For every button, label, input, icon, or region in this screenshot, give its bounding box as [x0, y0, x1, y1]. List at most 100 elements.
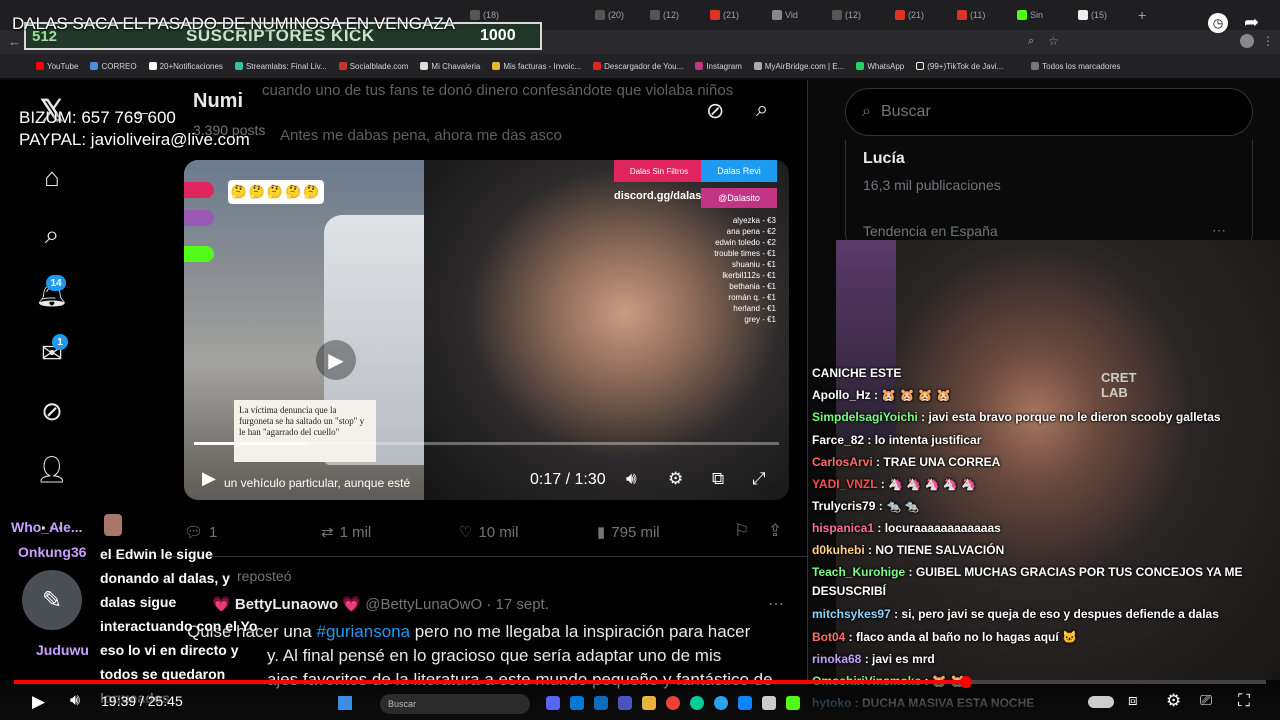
fullscreen-icon[interactable]: ⛶ [1238, 691, 1250, 711]
bookmark-chavaleria[interactable]: Mi Chavaleria [420, 62, 480, 71]
fullscreen-icon[interactable]: ⤢ [752, 469, 766, 489]
chat-username[interactable]: Farce_82 [812, 433, 864, 447]
bookmark-facturas[interactable]: Mis facturas - Invoic... [492, 62, 581, 71]
chat-username[interactable]: mitchsykes97 [812, 607, 891, 621]
volume-icon[interactable]: 🔊︎ [70, 692, 80, 710]
bookmark-tiktok[interactable]: (99+)TikTok de Javi... [916, 62, 1003, 71]
bookmark-x[interactable]: 20+Notificaciones [148, 62, 223, 71]
chat-username[interactable]: rinoka68 [812, 652, 861, 666]
chat-username[interactable]: d0kuhebi [812, 543, 865, 557]
chat-username[interactable]: YADI_VNZL [812, 477, 877, 491]
bookmark-icon[interactable]: ⚐ [734, 521, 749, 541]
repost-button[interactable]: ⇄ 1 mil [321, 523, 371, 542]
browser-tab[interactable]: (21) [710, 6, 739, 24]
bookmark-youtube[interactable]: YouTube [36, 62, 78, 71]
home-icon[interactable]: ⌂ [37, 162, 67, 192]
discord-app-icon[interactable] [546, 696, 560, 710]
bookmark-instagram[interactable]: Instagram [695, 62, 742, 71]
browser-tab[interactable]: (12) [650, 6, 679, 24]
bookmark-descargador[interactable]: Descargador de You... [593, 62, 683, 71]
player-progress-bar[interactable] [14, 676, 1266, 688]
like-button[interactable]: ♡ 10 mil [459, 523, 518, 542]
browser-tab[interactable]: Sin [1017, 6, 1043, 24]
back-arrow-icon[interactable]: ← [8, 34, 21, 49]
volume-icon[interactable]: 🔊︎ [626, 469, 637, 489]
taskbar-search[interactable]: Buscar [380, 694, 530, 714]
cast-icon[interactable]: ⎚ [1200, 692, 1212, 709]
grok-icon[interactable]: ⊘ [37, 396, 67, 426]
reply-button[interactable]: 💬︎ 1 [184, 523, 217, 542]
tab-label: (20) [608, 10, 625, 20]
bookmark-socialblade[interactable]: Socialblade.com [338, 62, 408, 71]
subtitles-icon[interactable]: ⧈ [1128, 692, 1138, 709]
hashtag-link[interactable]: #guriansona [316, 622, 410, 641]
profile-avatar[interactable] [1240, 34, 1254, 48]
chat-username[interactable]: Trulycris79 [812, 499, 875, 513]
chat-username[interactable]: CANICHE ESTE [812, 366, 901, 380]
chat-username[interactable]: SimpdelsagiYoichi [812, 410, 918, 424]
edge-app-icon[interactable] [690, 696, 704, 710]
autoplay-toggle[interactable] [1088, 696, 1114, 708]
chat-username[interactable]: hispanica1 [812, 521, 874, 535]
streamer-face [424, 160, 789, 500]
browser-tab[interactable]: Vid [772, 6, 798, 24]
windows-start-icon[interactable] [338, 696, 352, 710]
tweet-line: Quise hacer una #guriansona pero no me l… [187, 620, 787, 644]
app-icon[interactable] [738, 696, 752, 710]
teams-app-icon[interactable] [618, 696, 632, 710]
chat-message: lo intenta justificar [874, 433, 982, 447]
app-icon[interactable] [762, 696, 776, 710]
grok-icon[interactable]: ⊘ [706, 98, 724, 124]
player-scrubber[interactable] [959, 676, 972, 688]
video-progress-bar[interactable] [194, 442, 779, 445]
play-icon[interactable]: ▶ [202, 468, 216, 489]
app-icon[interactable] [786, 696, 800, 710]
bookmark-label: CORREO [101, 61, 137, 71]
settings-gear-icon[interactable]: ⚙ [668, 469, 683, 489]
new-tab-icon[interactable]: + [1138, 7, 1146, 23]
watch-later-icon[interactable]: ◷ [1208, 13, 1228, 33]
folder-app-icon[interactable] [642, 696, 656, 710]
star-icon[interactable]: ☆ [1048, 34, 1059, 48]
share-icon[interactable]: ⇪ [768, 521, 782, 541]
views-button[interactable]: ▮ 795 mil [597, 523, 660, 542]
search-input[interactable]: ⌕ Buscar [845, 88, 1253, 136]
tab-label: Sin [1030, 10, 1044, 20]
browser-tab[interactable]: (21) [895, 6, 924, 24]
telegram-app-icon[interactable] [714, 696, 728, 710]
chat-username[interactable]: CarlosArvi [812, 455, 873, 469]
bookmark-all[interactable]: Todos los marcadores [1031, 62, 1120, 71]
embedded-video[interactable]: 🤔🤔🤔🤔🤔 La víctima denuncia que la furgone… [184, 160, 789, 500]
search-icon[interactable]: ⌕ [37, 219, 67, 250]
browser-tab[interactable]: (20) [595, 6, 624, 24]
picture-in-picture-icon[interactable]: ⧉ [712, 469, 724, 489]
app-icon[interactable] [570, 696, 584, 710]
bookmark-whatsapp[interactable]: WhatsApp [856, 62, 904, 71]
trend-more-icon[interactable]: ⋯ [1212, 222, 1226, 239]
bookmark-correo[interactable]: CORREO [90, 61, 137, 71]
search-icon[interactable]: ⌕ [756, 96, 768, 122]
play-icon[interactable]: ▶ [32, 692, 45, 712]
donor-entry: grey - €1 [744, 315, 776, 324]
more-options-icon[interactable]: ⋯ [768, 594, 784, 614]
chat-message: 🐀 🐀 [886, 499, 920, 513]
bookmark-streamlabs[interactable]: Streamlabs: Final Liv... [234, 62, 327, 71]
trend-name[interactable]: Lucía [863, 150, 905, 168]
browser-tab[interactable]: (12) [832, 6, 861, 24]
browser-tab-active[interactable]: (15) [1078, 6, 1107, 24]
outlook-app-icon[interactable] [594, 696, 608, 710]
chat-username[interactable]: Teach_Kurohige [812, 565, 905, 579]
chat-line: YADI_VNZL : 🦄 🦄 🦄 🦄 🦄 [812, 473, 1274, 495]
chat-username[interactable]: Apollo_Hz [812, 388, 871, 402]
zoom-icon[interactable]: ⌕ [1028, 35, 1034, 48]
chrome-app-icon[interactable] [666, 696, 680, 710]
menu-icon[interactable]: ⋮ [1262, 34, 1274, 48]
compose-post-button[interactable]: ✎ [22, 570, 82, 630]
browser-tab[interactable]: (11) [957, 6, 985, 24]
profile-icon[interactable]: 👤︎ [36, 454, 69, 484]
share-arrow-icon[interactable]: ➦ [1244, 12, 1259, 33]
chat-username[interactable]: Bot04 [812, 630, 845, 644]
settings-gear-icon[interactable]: ⚙ [1166, 691, 1181, 711]
bookmark-myairbridge[interactable]: MyAirBridge.com | E... [753, 62, 844, 71]
play-overlay-icon[interactable]: ▶ [316, 340, 356, 380]
